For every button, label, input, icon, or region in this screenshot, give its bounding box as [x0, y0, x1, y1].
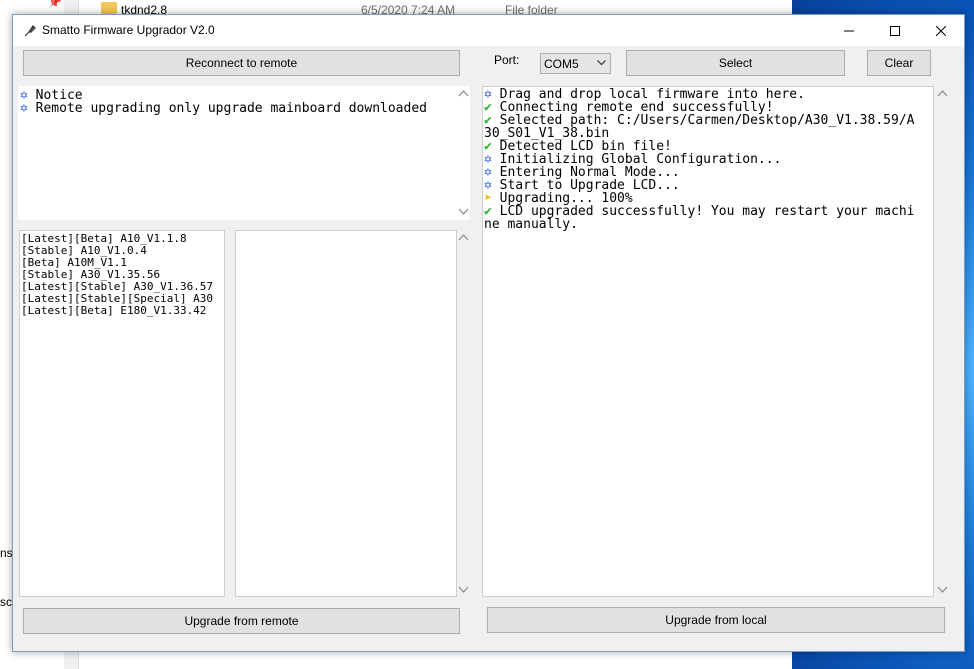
port-label: Port:: [494, 53, 520, 67]
background-text-fragment: sc: [0, 595, 12, 609]
pin-icon: 📌: [48, 0, 62, 9]
firmware-list-item[interactable]: [Latest][Beta] E180_V1.33.42: [21, 305, 224, 317]
log-text: ne manually.: [484, 217, 578, 232]
close-button[interactable]: [918, 15, 964, 46]
minimize-button[interactable]: [826, 15, 872, 46]
app-window: Smatto Firmware Upgrador V2.0 Reconnect …: [12, 14, 965, 652]
title-bar[interactable]: Smatto Firmware Upgrador V2.0: [13, 15, 964, 46]
select-button[interactable]: Select: [626, 50, 845, 76]
log-line: ne manually.: [484, 218, 933, 231]
window-title: Smatto Firmware Upgrador V2.0: [42, 23, 215, 37]
scroll-up-icon[interactable]: [937, 89, 948, 97]
port-value: COM5: [544, 57, 579, 71]
scroll-down-icon[interactable]: [458, 208, 469, 216]
maximize-icon: [890, 25, 900, 36]
close-icon: [936, 25, 946, 36]
reconnect-button[interactable]: Reconnect to remote: [23, 50, 460, 76]
notice-line: ✡ Remote upgrading only upgrade mainboar…: [20, 102, 470, 115]
app-feather-icon: [24, 25, 36, 37]
maximize-button[interactable]: [872, 15, 918, 46]
info-icon: ✡: [20, 101, 28, 116]
folder-icon: [101, 2, 117, 14]
background-text-fragment: ns: [0, 546, 13, 560]
firmware-detail-panel[interactable]: [235, 230, 457, 597]
firmware-list[interactable]: [Latest][Beta] A10_V1.1.8 [Stable] A10_V…: [19, 230, 225, 597]
clear-button[interactable]: Clear: [867, 50, 931, 76]
notice-text: Remote upgrading only upgrade mainboard …: [35, 101, 427, 116]
scroll-down-icon[interactable]: [937, 586, 948, 594]
minimize-icon: [844, 30, 854, 31]
port-select[interactable]: COM5: [540, 53, 611, 74]
upgrade-from-remote-button[interactable]: Upgrade from remote: [23, 608, 460, 634]
chevron-down-icon: [597, 60, 606, 66]
upgrade-from-local-button[interactable]: Upgrade from local: [487, 607, 945, 633]
notice-panel[interactable]: ✡ Notice ✡ Remote upgrading only upgrade…: [18, 86, 470, 220]
scroll-up-icon[interactable]: [458, 233, 469, 241]
scroll-up-icon[interactable]: [458, 89, 469, 97]
scroll-down-icon[interactable]: [458, 586, 469, 594]
local-log-panel[interactable]: ✡ Drag and drop local firmware into here…: [482, 86, 934, 597]
